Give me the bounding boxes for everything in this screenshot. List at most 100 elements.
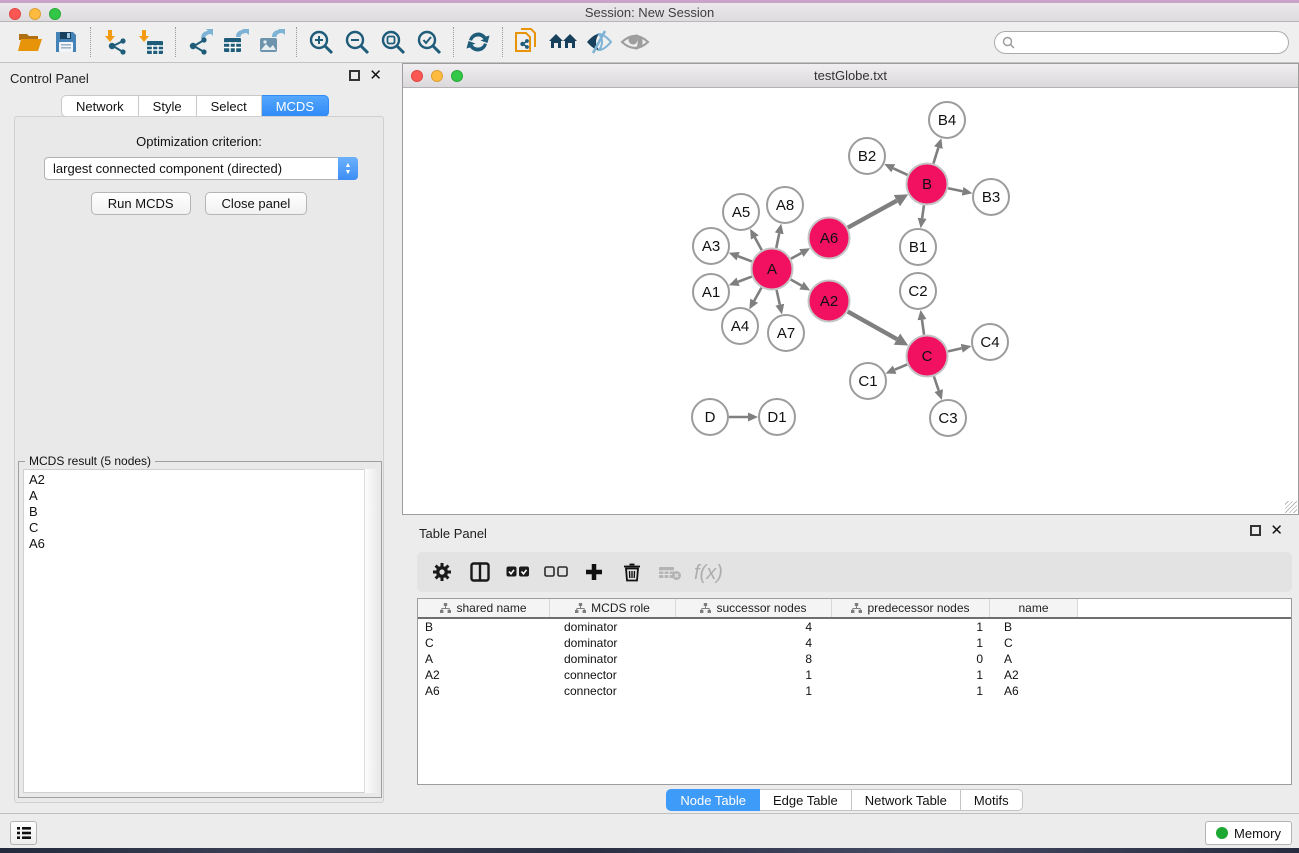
table-row[interactable]: Bdominator41B (418, 619, 1291, 635)
edge-A-A1[interactable] (738, 277, 752, 282)
add-row-icon[interactable] (577, 556, 611, 588)
toolbar-separator (175, 27, 176, 57)
column-header-name[interactable]: name (990, 599, 1078, 617)
result-scrollbar[interactable] (364, 469, 377, 793)
edge-A2-C[interactable] (848, 312, 897, 340)
import-network-icon[interactable] (97, 25, 133, 59)
mcds-result-item[interactable]: A (29, 488, 376, 504)
main-toolbar (0, 22, 1299, 63)
resize-grip[interactable] (1285, 501, 1297, 513)
delete-icon[interactable] (615, 556, 649, 588)
tab-node-table[interactable]: Node Table (666, 789, 760, 811)
task-history-button[interactable] (10, 821, 37, 845)
node-label-B1: B1 (909, 239, 927, 256)
node-label-A5: A5 (732, 204, 750, 221)
close-network-button[interactable] (411, 70, 423, 82)
edge-B-B1[interactable] (922, 205, 924, 218)
zoom-fit-icon[interactable] (375, 25, 411, 59)
column-header-predecessor-nodes[interactable]: predecessor nodes (832, 599, 990, 617)
run-mcds-button[interactable]: Run MCDS (91, 192, 191, 215)
save-session-icon[interactable] (48, 25, 84, 59)
network-canvas[interactable]: AA1A2A3A4A5A6A7A8BB1B2B3B4CC1C2C3C4DD1 (403, 88, 1298, 514)
mcds-result-item[interactable]: A2 (29, 472, 376, 488)
edge-A-A2[interactable] (791, 280, 802, 286)
list-icon (16, 826, 32, 840)
show-columns-icon[interactable] (463, 556, 497, 588)
edge-A6-B[interactable] (848, 201, 897, 228)
tab-mcds[interactable]: MCDS (262, 95, 329, 117)
node-label-B3: B3 (982, 189, 1000, 206)
node-table[interactable]: shared nameMCDS rolesuccessor nodesprede… (417, 598, 1292, 785)
float-table-panel-icon[interactable] (1250, 525, 1261, 536)
home-icon[interactable] (545, 25, 581, 59)
minimize-window-button[interactable] (29, 8, 41, 20)
zoom-out-icon[interactable] (339, 25, 375, 59)
tab-network-table[interactable]: Network Table (852, 789, 961, 811)
mcds-result-item[interactable]: A6 (29, 536, 376, 552)
table-row[interactable]: A2connector11A2 (418, 667, 1291, 683)
cell-successor-nodes: 4 (676, 620, 832, 634)
edge-A-A8[interactable] (776, 233, 779, 248)
column-header-successor-nodes[interactable]: successor nodes (676, 599, 832, 617)
zoom-window-button[interactable] (49, 8, 61, 20)
close-panel-button[interactable]: Close panel (205, 192, 308, 215)
cybrowser-icon[interactable] (509, 25, 545, 59)
mcds-result-item[interactable]: C (29, 520, 376, 536)
import-table-icon[interactable] (133, 25, 169, 59)
tab-edge-table[interactable]: Edge Table (760, 789, 852, 811)
edge-B-B4[interactable] (933, 148, 938, 164)
column-header-shared-name[interactable]: shared name (418, 599, 550, 617)
edge-A-A6[interactable] (791, 253, 801, 259)
edge-C-C1[interactable] (895, 364, 908, 369)
apply-layout-icon[interactable] (460, 25, 496, 59)
hide-eye-icon[interactable] (581, 25, 617, 59)
search-field[interactable] (994, 31, 1289, 54)
main-titlebar: Session: New Session (0, 3, 1299, 22)
edge-B-B2[interactable] (893, 168, 907, 175)
edge-C-C4[interactable] (948, 348, 962, 351)
export-network-icon[interactable] (182, 25, 218, 59)
float-panel-icon[interactable] (349, 70, 360, 81)
function-builder-disabled-icon: f(x) (691, 556, 735, 588)
edge-A-A7[interactable] (777, 290, 780, 305)
toolbar-separator (453, 27, 454, 57)
zoom-selected-icon[interactable] (411, 25, 447, 59)
deselect-all-icon[interactable] (539, 556, 573, 588)
search-input[interactable] (1019, 34, 1288, 52)
network-graph[interactable]: AA1A2A3A4A5A6A7A8BB1B2B3B4CC1C2C3C4DD1 (403, 88, 1298, 514)
close-panel-icon[interactable]: ✕ (369, 70, 382, 81)
mcds-result-item[interactable]: B (29, 504, 376, 520)
memory-button[interactable]: Memory (1205, 821, 1292, 845)
search-icon (1002, 36, 1015, 49)
edge-B-B3[interactable] (948, 188, 963, 191)
table-row[interactable]: Adominator80A (418, 651, 1291, 667)
close-table-panel-icon[interactable]: ✕ (1270, 525, 1283, 536)
table-row[interactable]: A6connector11A6 (418, 683, 1291, 699)
cell-MCDS-role: connector (550, 668, 676, 682)
column-header-MCDS-role[interactable]: MCDS role (550, 599, 676, 617)
edge-A-A3[interactable] (738, 256, 752, 261)
zoom-in-icon[interactable] (303, 25, 339, 59)
tab-style[interactable]: Style (139, 95, 197, 117)
network-window-titlebar[interactable]: testGlobe.txt (403, 64, 1298, 88)
export-image-icon[interactable] (254, 25, 290, 59)
node-label-C1: C1 (858, 373, 877, 390)
table-settings-gear-icon[interactable] (425, 556, 459, 588)
tab-motifs[interactable]: Motifs (961, 789, 1023, 811)
zoom-network-button[interactable] (451, 70, 463, 82)
tab-network[interactable]: Network (61, 95, 139, 117)
minimize-network-button[interactable] (431, 70, 443, 82)
open-folder-icon[interactable] (12, 25, 48, 59)
show-eye-icon[interactable] (617, 25, 653, 59)
edge-C-C2[interactable] (922, 320, 924, 335)
edge-C-C3[interactable] (934, 376, 939, 390)
table-row[interactable]: Cdominator41C (418, 635, 1291, 651)
mcds-result-list[interactable]: A2ABCA6 (23, 469, 377, 793)
edge-A-A5[interactable] (755, 237, 762, 250)
close-window-button[interactable] (9, 8, 21, 20)
select-all-icon[interactable] (501, 556, 535, 588)
criterion-dropdown[interactable]: largest connected component (directed) ▲… (44, 157, 358, 180)
edge-A-A4[interactable] (754, 288, 761, 301)
tab-select[interactable]: Select (197, 95, 262, 117)
export-table-icon[interactable] (218, 25, 254, 59)
